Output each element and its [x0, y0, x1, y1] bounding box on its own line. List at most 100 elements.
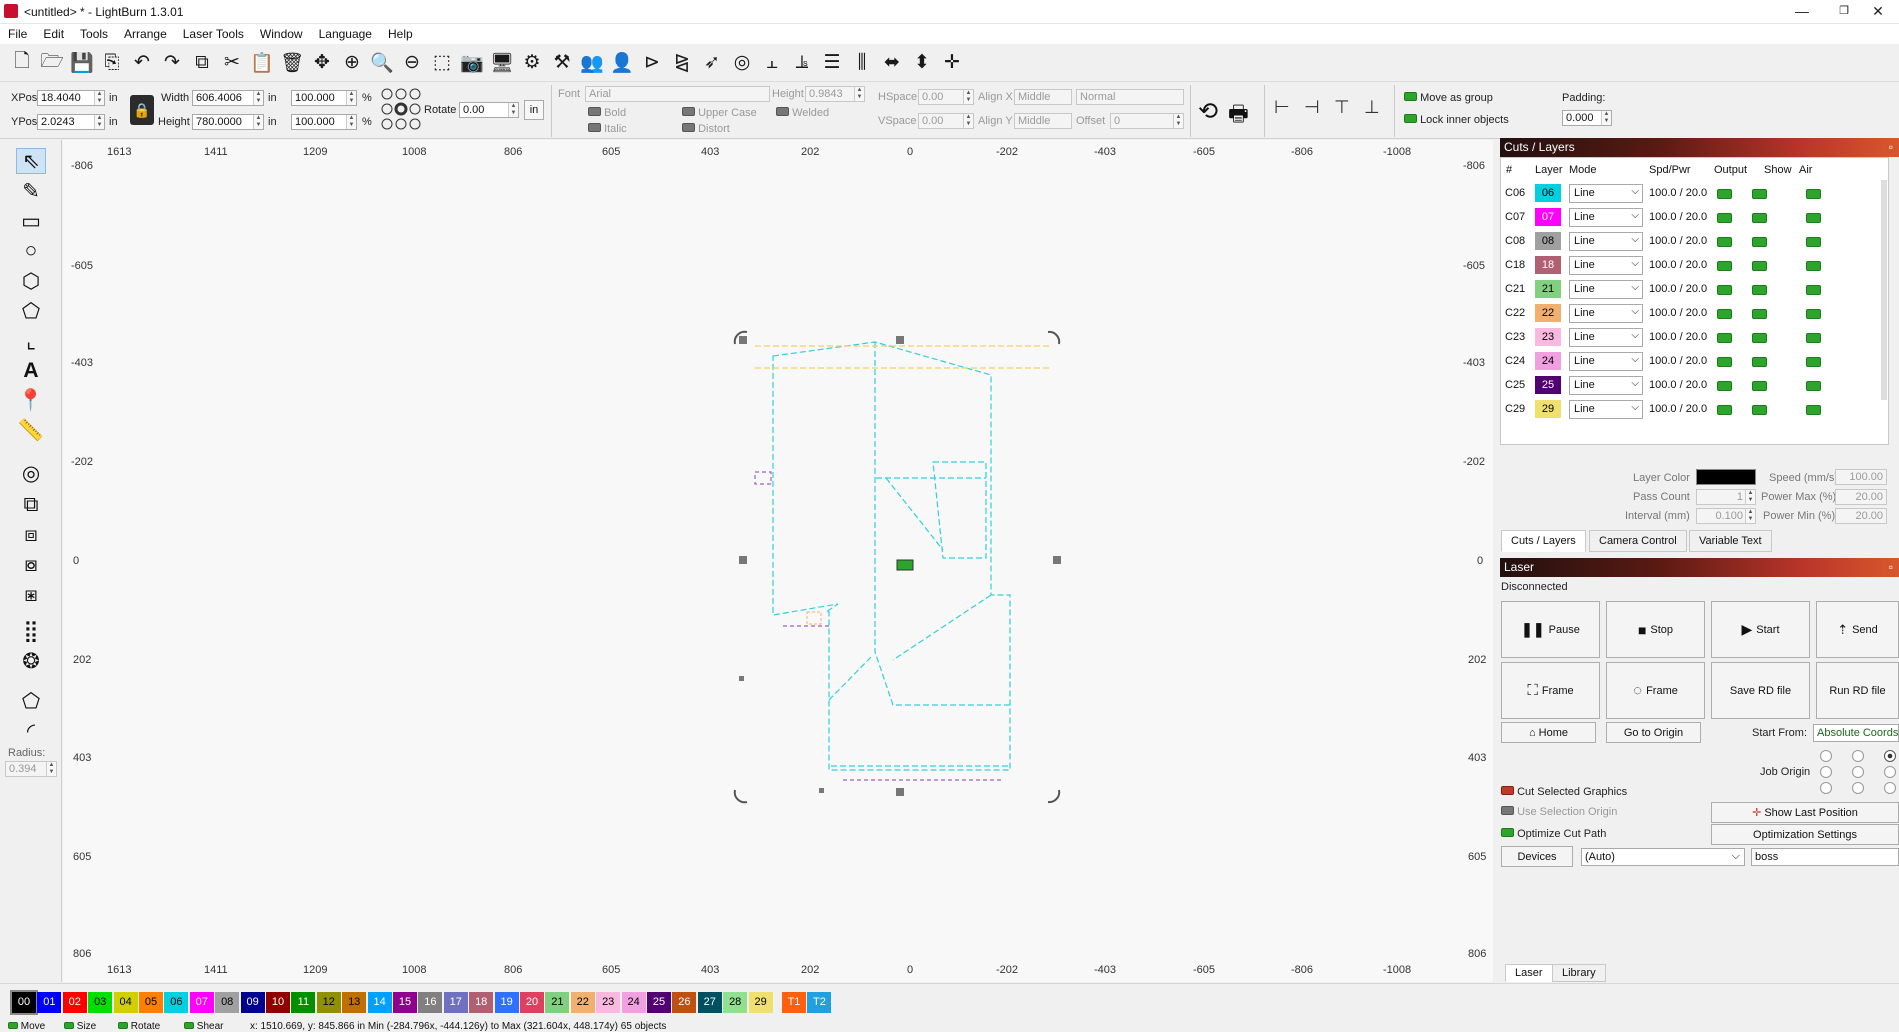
- palette-swatch-02[interactable]: 02: [62, 992, 87, 1013]
- menu-help[interactable]: Help: [380, 24, 421, 41]
- cut-selected-toggle[interactable]: Cut Selected Graphics: [1501, 786, 1627, 798]
- layer-mode-select[interactable]: Line: [1569, 399, 1643, 419]
- job-origin-radio[interactable]: [1820, 766, 1832, 778]
- origin-selector-icon[interactable]: [380, 87, 422, 133]
- boolean-intersect-icon[interactable]: ⧇: [16, 552, 46, 578]
- pass-count-input[interactable]: 1 ▲ ▼: [1696, 489, 1756, 505]
- menu-language[interactable]: Language: [311, 24, 380, 41]
- air-toggle[interactable]: [1806, 309, 1821, 319]
- air-toggle[interactable]: [1806, 333, 1821, 343]
- layer-swatch[interactable]: 07: [1535, 208, 1561, 226]
- vspace-input[interactable]: 0.00 ▲ ▼: [918, 113, 974, 129]
- new-file-icon[interactable]: 🗋: [8, 49, 36, 77]
- air-toggle[interactable]: [1806, 357, 1821, 367]
- frame-button[interactable]: ⛶ Frame: [1501, 662, 1600, 719]
- radius-input[interactable]: 0.394 ▲ ▼: [5, 761, 57, 777]
- position-marker-icon[interactable]: 📍: [16, 388, 46, 414]
- user-icon[interactable]: 👤: [608, 49, 636, 77]
- show-toggle[interactable]: [1752, 285, 1767, 295]
- boolean-subtract-icon[interactable]: ⧈: [16, 522, 46, 548]
- width-input[interactable]: 606.4006 ▲ ▼: [192, 90, 264, 106]
- tab-cuts-layers[interactable]: Cuts / Layers: [1501, 530, 1586, 552]
- layer-row[interactable]: C23 23 Line 100.0 / 20.0: [1501, 326, 1886, 350]
- palette-swatch-04[interactable]: 04: [113, 992, 138, 1013]
- zoom-frame-icon[interactable]: ⬚: [428, 49, 456, 77]
- show-toggle[interactable]: [1752, 357, 1767, 367]
- welded-toggle[interactable]: Welded: [776, 107, 829, 119]
- redo-icon[interactable]: ↷: [158, 49, 186, 77]
- layer-row[interactable]: C29 29 Line 100.0 / 20.0: [1501, 398, 1886, 422]
- start-button[interactable]: ▶ Start: [1711, 601, 1810, 658]
- center-horizontal-icon[interactable]: ⫼: [848, 49, 876, 77]
- menu-tools[interactable]: Tools: [72, 24, 116, 41]
- run-rd-button[interactable]: Run RD file: [1816, 662, 1899, 719]
- optimization-settings-button[interactable]: Optimization Settings: [1711, 824, 1899, 845]
- layer-swatch[interactable]: 18: [1535, 256, 1561, 274]
- group-icon[interactable]: 👥: [578, 49, 606, 77]
- layer-row[interactable]: C24 24 Line 100.0 / 20.0: [1501, 350, 1886, 374]
- close-button[interactable]: ✕: [1856, 0, 1899, 24]
- show-toggle[interactable]: [1752, 261, 1767, 271]
- output-toggle[interactable]: [1717, 357, 1732, 367]
- layer-color-swatch[interactable]: [1696, 469, 1756, 485]
- layer-swatch[interactable]: 21: [1535, 280, 1561, 298]
- layer-mode-select[interactable]: Line: [1569, 351, 1643, 371]
- output-toggle[interactable]: [1717, 405, 1732, 415]
- alignx-select[interactable]: Middle: [1014, 89, 1072, 105]
- distribute-right-icon[interactable]: ⫡: [788, 49, 816, 77]
- edit-nodes-icon[interactable]: ⬠: [16, 298, 46, 324]
- layer-swatch[interactable]: 08: [1535, 232, 1561, 250]
- palette-swatch-12[interactable]: 12: [316, 992, 341, 1013]
- job-origin-radio[interactable]: [1852, 782, 1864, 794]
- air-toggle[interactable]: [1806, 261, 1821, 271]
- speed-input[interactable]: 100.00: [1835, 469, 1887, 485]
- start-from-select[interactable]: Absolute Coords: [1813, 724, 1899, 742]
- tab-library[interactable]: Library: [1552, 964, 1606, 982]
- grid-array-icon[interactable]: ⣿: [16, 618, 46, 644]
- ellipse-tool-icon[interactable]: ○: [16, 238, 46, 264]
- palette-swatch-26[interactable]: 26: [672, 992, 697, 1013]
- job-origin-radio[interactable]: [1852, 750, 1864, 762]
- zoom-in-icon[interactable]: 🔍: [368, 49, 396, 77]
- delete-icon[interactable]: 🗑: [278, 49, 306, 77]
- palette-swatch-10[interactable]: 10: [266, 992, 290, 1013]
- frame-tool-icon[interactable]: ⌞: [16, 328, 46, 354]
- palette-swatch-06[interactable]: 06: [164, 992, 189, 1013]
- offset-input[interactable]: 0 ▲ ▼: [1110, 113, 1184, 129]
- stop-button[interactable]: ■ Stop: [1606, 601, 1705, 658]
- palette-swatch-14[interactable]: 14: [367, 992, 392, 1013]
- layer-swatch[interactable]: 06: [1535, 184, 1561, 202]
- zoom-out-icon[interactable]: ⊖: [398, 49, 426, 77]
- boolean-union-icon[interactable]: ⧉: [16, 492, 46, 518]
- text-mode-select[interactable]: Normal: [1076, 89, 1184, 105]
- circle-frame-button[interactable]: ◌ Frame: [1606, 662, 1705, 719]
- layer-mode-select[interactable]: Line: [1569, 375, 1643, 395]
- height-input[interactable]: 780.0000 ▲ ▼: [192, 114, 264, 130]
- save-icon[interactable]: 💾: [68, 49, 96, 77]
- layer-mode-select[interactable]: Line: [1569, 183, 1643, 203]
- layer-row[interactable]: C06 06 Line 100.0 / 20.0: [1501, 182, 1886, 206]
- air-toggle[interactable]: [1806, 237, 1821, 247]
- layers-scrollbar[interactable]: [1881, 180, 1887, 400]
- distribute-left-icon[interactable]: ⫠: [758, 49, 786, 77]
- air-toggle[interactable]: [1806, 405, 1821, 415]
- upper-case-toggle[interactable]: Upper Case: [682, 107, 757, 119]
- align-left-icon[interactable]: ⊢: [1274, 97, 1290, 118]
- design-canvas[interactable]: 1613 1411 1209 1008 806 605 403 202 0 -2…: [63, 140, 1493, 982]
- device-select[interactable]: (Auto) ⌵: [1581, 848, 1745, 866]
- menu-laser-tools[interactable]: Laser Tools: [175, 24, 252, 41]
- polygon-tool-icon[interactable]: ⬡: [16, 268, 46, 294]
- move-as-group-toggle[interactable]: Move as group: [1404, 92, 1493, 104]
- machine-icon[interactable]: 🖶: [1228, 97, 1249, 135]
- palette-swatch-01[interactable]: 01: [37, 992, 62, 1013]
- air-toggle[interactable]: [1806, 213, 1821, 223]
- export-icon[interactable]: ⎘: [98, 49, 126, 77]
- nudge-icon[interactable]: ✛: [938, 49, 966, 77]
- xpos-input[interactable]: 18.4040 ▲ ▼: [37, 90, 105, 106]
- rotate-status[interactable]: Rotate: [118, 1021, 160, 1032]
- show-toggle[interactable]: [1752, 333, 1767, 343]
- layer-row[interactable]: C22 22 Line 100.0 / 20.0: [1501, 302, 1886, 326]
- palette-swatch-18[interactable]: 18: [469, 992, 494, 1013]
- use-selection-origin-toggle[interactable]: Use Selection Origin: [1501, 806, 1617, 818]
- show-toggle[interactable]: [1752, 309, 1767, 319]
